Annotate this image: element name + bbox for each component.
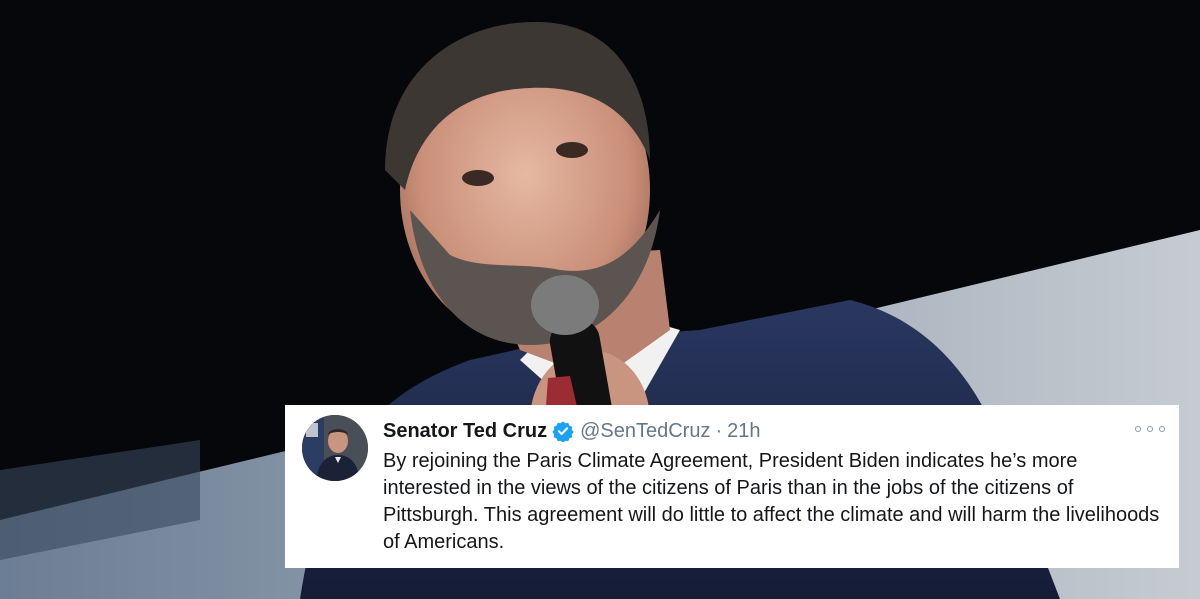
tweet-card[interactable]: Senator Ted Cruz @SenTedCruz · 21h By re… (285, 405, 1179, 568)
author-handle[interactable]: @SenTedCruz (580, 420, 710, 443)
verified-badge-icon (552, 420, 574, 442)
profile-avatar[interactable] (302, 415, 368, 481)
tweet-timestamp[interactable]: 21h (727, 420, 760, 443)
author-display-name[interactable]: Senator Ted Cruz (383, 420, 547, 443)
tweet-text: By rejoining the Paris Climate Agreement… (383, 450, 1160, 553)
news-graphic: Senator Ted Cruz @SenTedCruz · 21h By re… (0, 0, 1200, 599)
separator-dot: · (715, 419, 723, 442)
more-options-icon[interactable] (1135, 421, 1165, 437)
tweet-header: Senator Ted Cruz @SenTedCruz · 21h (383, 418, 761, 444)
